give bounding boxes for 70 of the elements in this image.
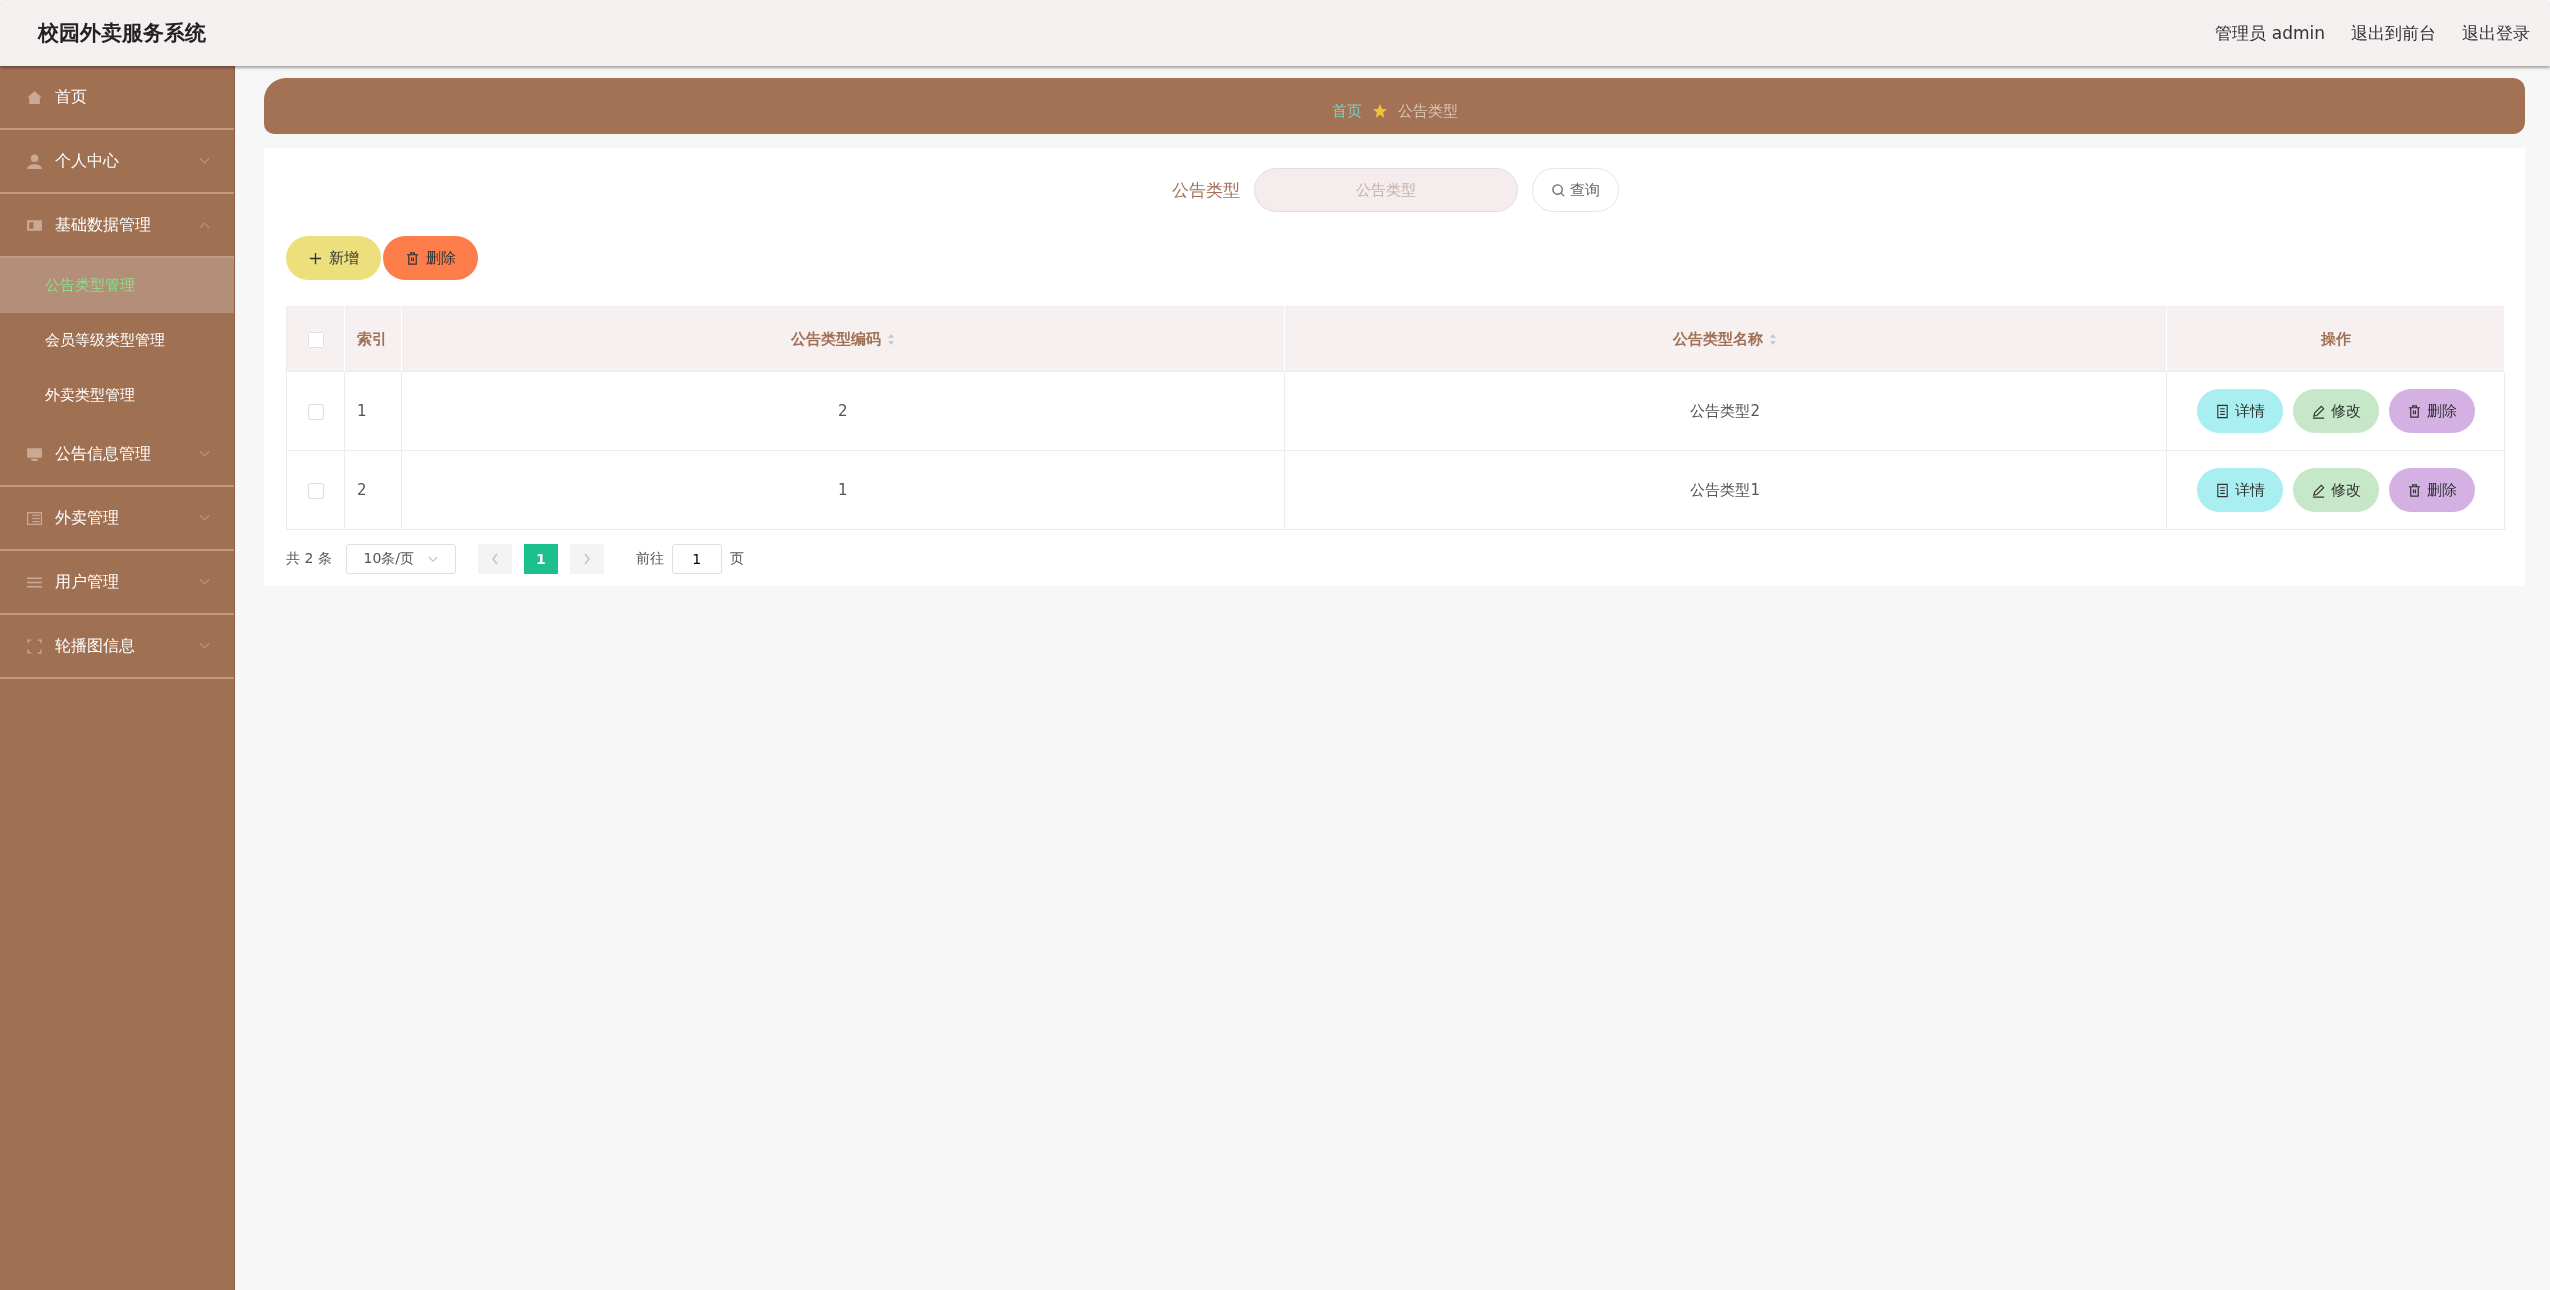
goto-label: 前往 — [635, 550, 664, 568]
edit-button[interactable]: 修改 — [2292, 389, 2379, 433]
breadcrumb-text: 公告类型 — [1397, 101, 1458, 121]
search-field[interactable]: 公告类型 — [1254, 168, 1518, 212]
sort-icon[interactable] — [1769, 332, 1778, 346]
search-label: 公告类型 — [1172, 178, 1240, 202]
table-cell: 1 — [344, 371, 402, 451]
detail-button[interactable]: 详情 — [2196, 468, 2283, 512]
menu-item[interactable]: 外卖管理 — [0, 487, 234, 551]
column-header: 公告类型编码 — [401, 306, 1284, 372]
header-link[interactable]: 退出到前台 — [2351, 21, 2436, 45]
menu-item[interactable]: 轮播图信息 — [0, 615, 234, 679]
list-icon — [26, 509, 43, 527]
chevron-icon — [199, 642, 210, 650]
menu-item[interactable]: 用户管理 — [0, 551, 234, 615]
select-all-checkbox[interactable] — [307, 331, 324, 348]
page-size-select[interactable]: 10条/页 — [345, 544, 456, 574]
app-title: 校园外卖服务系统 — [38, 20, 206, 47]
table-cell: 2 — [401, 371, 1284, 451]
search-button[interactable]: 查询 — [1532, 168, 1619, 212]
document-icon — [2214, 403, 2230, 419]
chevron-left-icon — [490, 553, 499, 565]
user-icon — [26, 152, 43, 170]
row-checkbox[interactable] — [307, 403, 324, 420]
add-button[interactable]: 新增 — [286, 236, 381, 280]
chevron-right-icon — [582, 553, 591, 565]
plus-icon — [308, 250, 323, 266]
chevron-icon — [199, 450, 210, 458]
page-input[interactable]: 1 — [671, 544, 722, 574]
column-header: 索引 — [344, 306, 402, 372]
document-icon — [2214, 482, 2230, 498]
delete-button[interactable]: 删除 — [2388, 389, 2475, 433]
table-cell: 2 — [344, 450, 402, 530]
search-icon — [1551, 182, 1566, 198]
table-cell: 1 — [401, 450, 1284, 530]
header-link[interactable]: 退出登录 — [2462, 21, 2530, 45]
sort-icon[interactable] — [886, 332, 895, 346]
menu-item[interactable]: 个人中心 — [0, 130, 234, 194]
page-suffix: 页 — [729, 550, 744, 568]
detail-button[interactable]: 详情 — [2196, 389, 2283, 433]
trash-icon — [2406, 403, 2422, 419]
delete-button[interactable]: 删除 — [383, 236, 478, 280]
submenu-item[interactable]: 会员等级类型管理 — [0, 313, 234, 368]
trash-icon — [405, 250, 420, 266]
user-label: 管理员 admin — [2215, 21, 2325, 45]
chevron-icon — [199, 157, 210, 165]
frame-icon — [26, 637, 43, 655]
chevron-icon — [199, 514, 210, 522]
row-checkbox[interactable] — [307, 482, 324, 499]
menu-item[interactable]: 公告信息管理 — [0, 423, 234, 487]
home-icon — [26, 88, 43, 106]
chevron-icon — [199, 578, 210, 586]
column-header: 公告类型名称 — [1284, 306, 2167, 372]
table-cell: 公告类型2 — [1284, 371, 2167, 451]
chevron-icon — [199, 221, 210, 229]
monitor-icon — [26, 445, 43, 463]
pencil-icon — [2310, 482, 2326, 498]
caret-icon — [428, 555, 439, 563]
column-header: 操作 — [2166, 306, 2505, 372]
delete-button[interactable]: 删除 — [2388, 468, 2475, 512]
star-icon — [1371, 103, 1388, 119]
menu-item[interactable]: 首页 — [0, 66, 234, 130]
edit-button[interactable]: 修改 — [2292, 468, 2379, 512]
total-count: 共 2 条 — [286, 550, 332, 568]
trash-icon — [2406, 482, 2422, 498]
previous-page-button[interactable] — [477, 544, 512, 574]
submenu-item[interactable]: 外卖类型管理 — [0, 368, 234, 423]
pencil-icon — [2310, 403, 2326, 419]
next-page-button[interactable] — [569, 544, 604, 574]
table-cell: 公告类型1 — [1284, 450, 2167, 530]
